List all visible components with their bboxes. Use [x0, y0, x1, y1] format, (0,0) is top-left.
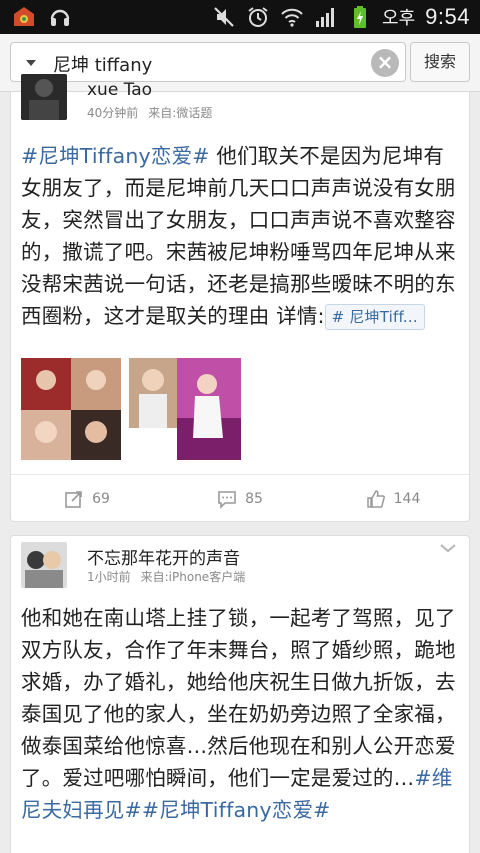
- avatar[interactable]: [21, 74, 67, 120]
- post-card[interactable]: xue Tao 40分钟前 来自:微话题 #尼坤Tiffany恋爱# 他们取关不是…: [10, 74, 470, 522]
- post-time: 1小时前: [87, 570, 131, 584]
- post-time: 40分钟前: [87, 106, 139, 120]
- post-body: 他和她在南山塔上挂了锁，一起考了驾照，见了双方队友，合作了年末舞台，照了婚纱照，…: [21, 606, 456, 790]
- clear-icon[interactable]: ×: [371, 49, 399, 77]
- dropdown-triangle-icon[interactable]: [23, 55, 39, 71]
- post-source: 来自:微话题: [148, 106, 213, 120]
- repost-count: 69: [92, 491, 110, 507]
- photo-collage[interactable]: [21, 358, 121, 460]
- post-meta: 40分钟前 来自:微话题: [87, 104, 212, 121]
- signal-icon: [314, 5, 338, 29]
- status-ampm: 오후: [382, 8, 416, 29]
- post-text: 他和她在南山塔上挂了锁，一起考了驾照，见了双方队友，合作了年末舞台，照了婚纱照，…: [21, 602, 461, 826]
- status-time: 9:54: [425, 4, 470, 29]
- mute-icon: [212, 5, 236, 29]
- post-body: 他们取关不是因为尼坤有女朋友了，而是尼坤前几天口口声声说没有女朋友，突然冒出了女…: [21, 144, 456, 328]
- photo-thumbnail[interactable]: [177, 358, 241, 460]
- hashtag-link[interactable]: #尼坤Tiffany恋爱#: [142, 798, 331, 822]
- search-header: 尼坤 tiffany × 搜索: [0, 34, 480, 92]
- battery-charging-icon: [348, 5, 372, 29]
- comment-count: 85: [245, 491, 263, 507]
- status-bar: 오후 9:54: [0, 0, 480, 34]
- photo-thumbnail[interactable]: [129, 358, 177, 428]
- like-button[interactable]: 144: [317, 475, 469, 523]
- post-meta: 1小时前 来自:iPhone客户端: [87, 568, 245, 585]
- thumbs-up-icon: [366, 490, 385, 508]
- search-button[interactable]: 搜索: [410, 42, 470, 82]
- search-input[interactable]: 尼坤 tiffany ×: [10, 42, 406, 82]
- post-text: #尼坤Tiffany恋爱# 他们取关不是因为尼坤有女朋友了，而是尼坤前几天口口声…: [21, 140, 461, 332]
- repost-icon: [65, 491, 82, 508]
- comment-button[interactable]: 85: [164, 475, 316, 523]
- search-query[interactable]: 尼坤 tiffany: [53, 51, 152, 77]
- wifi-icon: [280, 5, 304, 29]
- comment-icon: [218, 491, 236, 509]
- post-username[interactable]: xue Tao: [87, 80, 152, 100]
- chevron-down-icon[interactable]: [439, 542, 457, 554]
- hashtag-link[interactable]: #尼坤Tiffany恋爱#: [21, 144, 210, 168]
- alarm-icon: [246, 5, 270, 29]
- like-count: 144: [393, 491, 421, 507]
- repost-button[interactable]: 69: [11, 475, 163, 523]
- post-actions: 69 85 144: [11, 474, 469, 522]
- post-source: 来自:iPhone客户端: [140, 570, 246, 584]
- post-username[interactable]: 不忘那年花开的声音: [87, 544, 240, 569]
- avatar[interactable]: [21, 542, 67, 588]
- post-card[interactable]: 不忘那年花开的声音 1小时前 来自:iPhone客户端 他和她在南山塔上挂了锁，一…: [10, 535, 470, 853]
- topic-link-chip[interactable]: # 尼坤Tiff...: [324, 304, 425, 330]
- app-store-icon: [12, 5, 36, 29]
- headset-icon: [48, 5, 72, 29]
